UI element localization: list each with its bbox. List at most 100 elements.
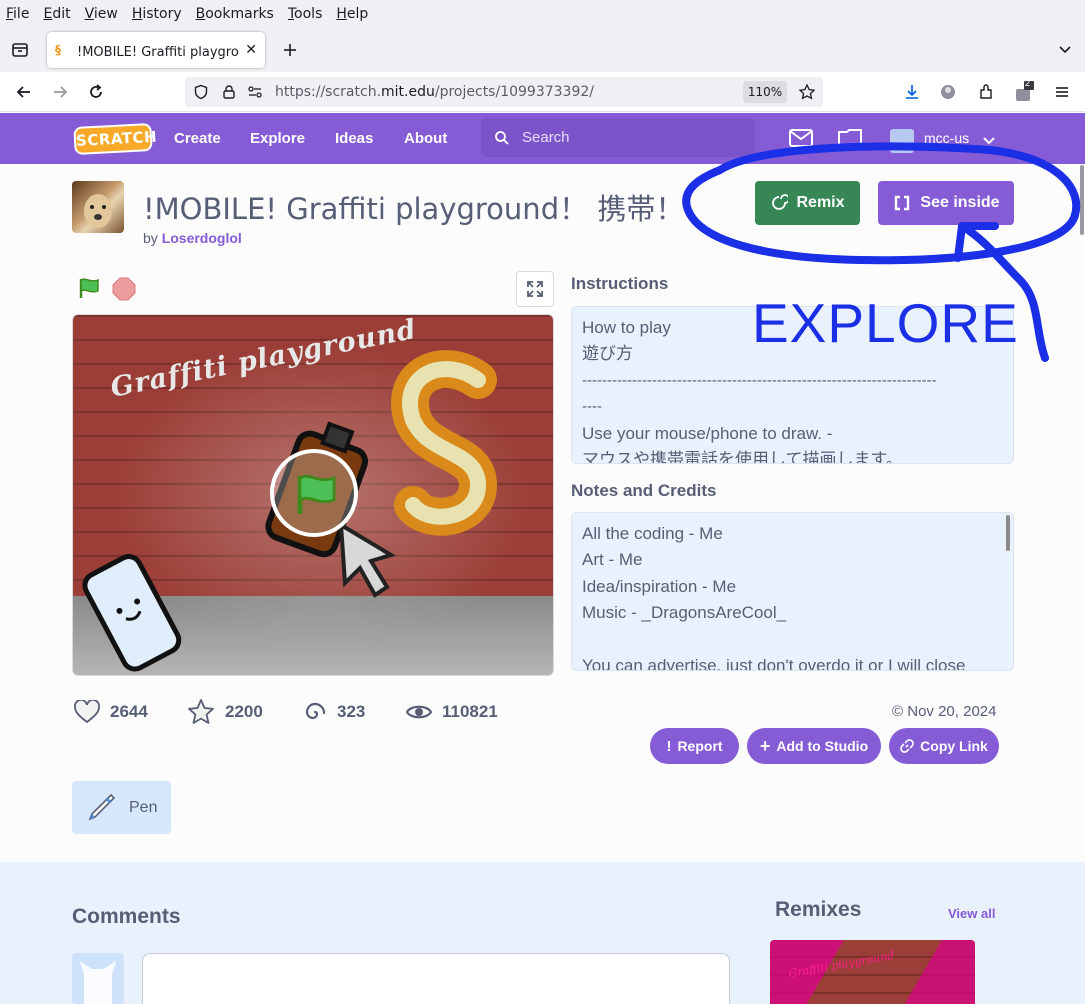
menu-bookmarks[interactable]: Bookmarks (196, 6, 274, 22)
instructions-line: ----------------------------------------… (582, 371, 937, 389)
tab-overview-icon[interactable] (11, 41, 29, 59)
tracking-protection-icon[interactable] (193, 84, 209, 100)
annotation-text: EXPLORE (752, 292, 1019, 354)
remix-stat: 323 (303, 700, 365, 724)
author-link[interactable]: Loserdoglol (162, 230, 242, 246)
green-flag-icon (297, 474, 336, 514)
scratch-cat-icon (80, 961, 116, 1004)
menu-file[interactable]: File (6, 6, 29, 22)
see-inside-button[interactable]: See inside (878, 181, 1014, 225)
comments-heading: Comments (72, 905, 181, 928)
my-stuff-icon[interactable] (838, 127, 862, 147)
list-all-tabs-icon[interactable] (1056, 41, 1074, 59)
search-icon (495, 131, 509, 145)
menu-bar: File Edit View History Bookmarks Tools H… (0, 0, 1085, 28)
green-flag-overlay-button[interactable] (270, 449, 358, 537)
menu-view[interactable]: View (85, 6, 118, 22)
plus-icon: + (759, 735, 771, 756)
permissions-icon[interactable] (247, 84, 263, 100)
fullscreen-button[interactable] (516, 271, 554, 307)
url-text[interactable]: https://scratch.mit.edu/projects/1099373… (275, 84, 594, 100)
project-stage[interactable]: Graffiti playground (72, 314, 554, 676)
comment-input[interactable] (142, 953, 730, 1004)
favorite-count: 2200 (225, 702, 263, 721)
reload-icon[interactable] (87, 83, 105, 101)
dog-avatar-image (84, 194, 112, 228)
love-stat[interactable]: 2644 (74, 700, 148, 724)
scratch-header: SCRATCH Create Explore Ideas About Searc… (0, 113, 1085, 164)
nav-explore[interactable]: Explore (250, 113, 305, 164)
zoom-level[interactable]: 110% (743, 81, 787, 103)
author-avatar[interactable] (72, 181, 124, 233)
favorite-stat[interactable]: 2200 (187, 699, 263, 724)
copy-link-button[interactable]: Copy Link (889, 728, 999, 764)
notes-panel[interactable]: All the coding - Me Art - Me Idea/inspir… (571, 512, 1014, 671)
love-count: 2644 (110, 702, 148, 721)
report-label: Report (677, 738, 723, 754)
remixes-heading: Remixes (775, 898, 862, 921)
url-bar[interactable]: https://scratch.mit.edu/projects/1099373… (185, 77, 823, 107)
username[interactable]: mcc-us (924, 113, 969, 164)
menu-history[interactable]: History (132, 6, 182, 22)
pen-label: Pen (129, 798, 158, 816)
star-icon (188, 699, 214, 724)
add-to-studio-label: Add to Studio (776, 738, 869, 754)
search-input[interactable]: Search (481, 118, 755, 157)
close-tab-icon[interactable]: ✕ (245, 42, 257, 58)
notes-scrollbar[interactable] (1006, 515, 1010, 551)
pen-extension-chip: Pen (72, 781, 171, 834)
fullscreen-icon (527, 281, 543, 297)
menu-help[interactable]: Help (336, 6, 368, 22)
notes-line (582, 627, 1003, 653)
remix-button[interactable]: Remix (755, 181, 860, 225)
notes-line: Art - Me (582, 550, 643, 570)
messages-icon[interactable] (789, 129, 813, 147)
menu-tools[interactable]: Tools (288, 6, 323, 22)
shared-date: © Nov 20, 2024 (892, 703, 996, 720)
pen-icon (88, 793, 116, 820)
scratch-logo[interactable]: SCRATCH (73, 122, 158, 156)
project-title: !MOBILE! Graffiti playground！ 携帯！ ... (143, 192, 689, 226)
downloads-icon[interactable] (903, 83, 921, 101)
add-to-studio-button[interactable]: + Add to Studio (747, 728, 881, 764)
lock-icon[interactable] (221, 84, 237, 100)
eye-icon (406, 705, 432, 719)
notifications-icon[interactable]: 2 (1014, 78, 1034, 104)
user-avatar[interactable] (890, 129, 914, 153)
green-flag-icon[interactable] (77, 276, 101, 300)
remix-thumbnail[interactable]: Graffiti playground (770, 940, 975, 1004)
by-label: by (143, 230, 158, 246)
extensions-icon[interactable] (977, 83, 995, 101)
nav-about[interactable]: About (404, 113, 447, 164)
notes-line: All the coding - Me (582, 524, 723, 543)
view-all-remixes-link[interactable]: View all (948, 906, 995, 921)
notes-line: Music - _DragonsAreCool_ (582, 603, 787, 623)
nav-create[interactable]: Create (174, 113, 221, 164)
page-scrollbar[interactable] (1080, 165, 1084, 235)
hamburger-menu-icon[interactable] (1053, 83, 1071, 101)
chevron-down-icon[interactable] (983, 137, 995, 145)
stop-icon[interactable] (112, 277, 136, 301)
copyright-icon: © (892, 703, 904, 720)
forward-icon[interactable] (51, 83, 69, 101)
downloads-count-badge: 2 (1025, 78, 1031, 88)
report-icon: ! (666, 737, 672, 755)
search-placeholder: Search (522, 129, 570, 146)
remix-thumb-title: Graffiti playground (787, 948, 896, 981)
account-icon[interactable] (939, 83, 957, 101)
back-icon[interactable] (15, 83, 33, 101)
remix-label: Remix (796, 194, 845, 211)
see-inside-icon (895, 195, 910, 211)
copy-link-label: Copy Link (920, 738, 988, 754)
nav-ideas[interactable]: Ideas (335, 113, 373, 164)
new-tab-icon[interactable] (281, 41, 299, 59)
tab-project[interactable]: § !MOBILE! Graffiti playground ! 携 ✕ (47, 32, 265, 68)
bookmark-star-icon[interactable] (798, 83, 816, 101)
menu-edit[interactable]: Edit (43, 6, 70, 22)
views-stat: 110821 (406, 700, 498, 724)
heart-icon (74, 700, 100, 724)
notes-line: Idea/inspiration - Me (582, 576, 737, 596)
remix-count: 323 (337, 702, 366, 721)
report-button[interactable]: ! Report (650, 728, 739, 764)
see-inside-label: See inside (920, 194, 1000, 211)
